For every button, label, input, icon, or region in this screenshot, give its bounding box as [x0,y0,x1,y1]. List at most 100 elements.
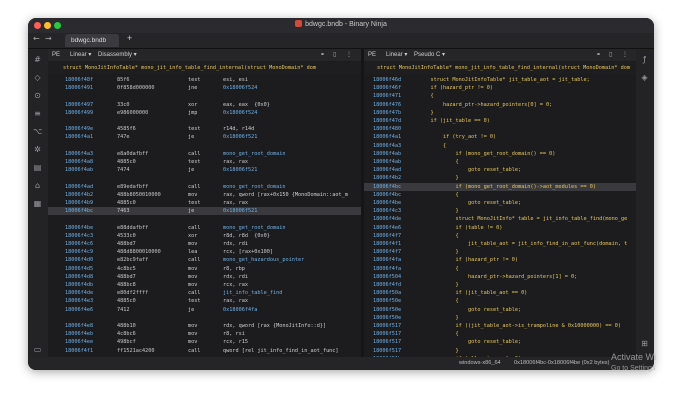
pseudo-c-row[interactable]: 18006f4f7 { [364,232,636,240]
mini-graph-icon[interactable]: ⊞ [640,339,649,348]
new-tab-button[interactable]: + [127,33,132,43]
pseudo-c-row[interactable]: 18006f517 { [364,330,636,338]
pseudo-c-row[interactable]: 18006f4bc { [364,191,636,199]
pseudo-c-row[interactable]: 18006f471 { [364,92,636,100]
pseudo-c-row[interactable]: 18006f4be goto reset_table; [364,199,636,207]
disasm-row[interactable]: 18006f4c6 488bd7 mov rdx, rdi [48,240,361,248]
pseudo-c-row[interactable]: 18006f46f if (hazard_ptr != 0) [364,84,636,92]
stack-icon[interactable]: ▦ [33,199,42,208]
pseudo-c-row[interactable]: 18006f4b2 } [364,174,636,182]
pseudo-c-row[interactable]: 18006f4f7 } [364,248,636,256]
debugger-icon[interactable]: ✲ [33,145,42,154]
disasm-row[interactable]: 18006f4e6 7412 je 0x18006f4fa [48,306,361,314]
tags-icon[interactable]: ◇ [33,73,42,82]
pseudo-c-row[interactable]: 18006f4fd } [364,281,636,289]
graph-icon[interactable]: ⌂ [33,181,42,190]
forward-arrow-icon[interactable]: → [45,34,52,43]
pseudo-c-row[interactable]: 18006f47b } [364,109,636,117]
pseudo-c-row[interactable]: 18006f4ad goto reset_table; [364,166,636,174]
arch-label[interactable]: windows-x86_64 [459,357,501,370]
disasm-row[interactable]: 18006f4b2 488b8050010000 mov rax, qword [ra… [48,191,361,199]
disasm-row[interactable] [48,117,361,125]
pseudo-c-listing[interactable]: 18006f46d struct MonoJitInfoTable* jit_t… [364,76,636,357]
disasm-row[interactable] [48,174,361,182]
pseudo-c-row[interactable]: 18006f47d if (jit_table == 0) [364,117,636,125]
pseudo-c-row[interactable]: 18006f4fa if (hazard_ptr != 0) [364,256,636,264]
disassembly-listing[interactable]: 18006f48f 85f6 test esi, esi 18006f491 0f858d… [48,76,361,357]
pseudo-c-row[interactable]: 18006f50e goto reset_table; [364,306,636,314]
strings-icon[interactable]: ▤ [33,163,42,172]
link-icon[interactable]: ⚭ [320,49,325,61]
pseudo-c-row[interactable]: 18006f50e } [364,314,636,322]
split-view-icon[interactable]: ▯ [333,49,336,61]
disasm-row[interactable]: 18006f48f 85f6 test esi, esi [48,76,361,84]
layers-icon[interactable]: ◈ [640,73,649,82]
disasm-row[interactable]: 18006f4ad e89edafbff call mono_get_root_dom… [48,183,361,191]
disasm-row[interactable] [48,92,361,100]
link-icon-right[interactable]: ⚭ [596,49,601,61]
disasm-row[interactable] [48,142,361,150]
pseudo-c-row[interactable]: 18006f517 goto reset_table; [364,338,636,346]
types-icon[interactable]: ⊙ [33,91,42,100]
disasm-row[interactable] [48,215,361,223]
disasm-row[interactable]: 18006f4f1 ff1521ac4200 call qword [rel jit_… [48,347,361,355]
disasm-row[interactable]: 18006f4d8 488bd7 mov rdx, rdi [48,273,361,281]
pseudo-c-row[interactable]: 18006f4e6 if (table != 0) [364,224,636,232]
disasm-row[interactable]: 18006f4de e80df2ffff call jit_info_table_fi… [48,289,361,297]
disasm-row[interactable]: 18006f4a3 e8a0dafbff call mono_get_root_dom… [48,150,361,158]
pseudo-c-row[interactable]: 18006f46d struct MonoJitInfoTable* jit_t… [364,76,636,84]
more-options-icon-right[interactable]: ⋮ [622,49,628,61]
pseudo-c-row[interactable]: 18006f4ab { [364,158,636,166]
pseudo-c-row[interactable]: 18006f4ab if (mono_get_root_domain() == … [364,150,636,158]
disasm-row[interactable]: 18006f4bc 7463 je 0x18006f521 [48,207,361,216]
xrefs-icon[interactable]: ⌥ [33,127,42,136]
pseudo-c-row[interactable]: 18006f517 } [364,347,636,355]
disasm-row[interactable]: 18006f4ab 7474 je 0x18006f521 [48,166,361,174]
format-dropdown[interactable]: PE [52,49,60,61]
disasm-row[interactable]: 18006f4b9 4885c0 test rax, rax [48,199,361,207]
disasm-row[interactable]: 18006f4d5 4c8bc5 mov r8, rbp [48,265,361,273]
pseudo-c-row[interactable]: 18006f480 [364,125,636,133]
pseudo-c-row[interactable]: 18006f4a1 if (try_aot != 0) [364,133,636,141]
pseudo-c-row[interactable]: 18006f50e { [364,297,636,305]
formula-icon[interactable]: ƒ [640,55,649,64]
disasm-row[interactable]: 18006f49e 4585f6 test r14d, r14d [48,125,361,133]
view-type-dropdown[interactable]: Linear ▾ [70,49,91,61]
disasm-row[interactable]: 18006f4e3 4885c0 test rax, rax [48,297,361,305]
view-type-dropdown-right[interactable]: Linear ▾ [386,49,407,61]
disasm-row[interactable]: 18006f491 0f858d000000 jne 0x18006f524 [48,84,361,92]
pseudo-c-row[interactable]: 18006f4c3 } [364,207,636,215]
more-options-icon[interactable]: ⋮ [346,49,352,61]
pseudo-c-row[interactable]: 18006f4de struct MonoJitInfo* table = ji… [364,215,636,223]
disasm-row[interactable]: 18006f4d0 e82bc9faff call mono_get_hazardou… [48,256,361,264]
disasm-row[interactable]: 18006f497 33c0 xor eax, eax {0x0} [48,101,361,109]
pseudo-c-row[interactable]: 18006f476 hazard_ptr->hazard_pointers[0]… [364,101,636,109]
disasm-row[interactable]: 18006f4c9 488d8800010000 lea rcx, [rax+0x10… [48,248,361,256]
disasm-row[interactable]: 18006f4a8 4885c0 test rax, rax [48,158,361,166]
pseudo-c-row[interactable]: 18006f4f1 jit_table_aot = jit_info_find_… [364,240,636,248]
view-mode-dropdown-right[interactable]: Pseudo C ▾ [414,49,445,61]
pseudo-c-row[interactable]: 18006f517 if ((jit_table_aot->is_trampol… [364,322,636,330]
split-view-icon-right[interactable]: ▯ [609,49,612,61]
pseudo-c-row[interactable]: 18006f50a if (jit_table_aot == 0) [364,289,636,297]
view-mode-dropdown[interactable]: Disassembly ▾ [98,49,137,61]
symbols-icon[interactable]: # [33,55,42,64]
disasm-row[interactable] [48,314,361,322]
terminal-icon[interactable]: ▭ [33,345,42,354]
pseudo-c-row[interactable]: 18006f4a3 { [364,142,636,150]
variables-icon[interactable]: ≡ [33,109,42,118]
pseudo-c-row[interactable]: 18006f504 hazard_ptr->hazard_pointers[1]… [364,273,636,281]
disasm-row[interactable]: 18006f499 e986000000 jmp 0x18006f524 [48,109,361,117]
disasm-row[interactable]: 18006f4a1 747e je 0x18006f521 [48,133,361,141]
back-arrow-icon[interactable]: ← [33,34,40,43]
tab-bdwgc[interactable]: bdwgc.bndb [65,34,119,47]
disasm-row[interactable]: 18006f4e8 488b10 mov rdx, qword [rax {MonoJ… [48,322,361,330]
disasm-row[interactable]: 18006f4be e88ddafbff call mono_get_root_dom… [48,224,361,232]
disasm-row[interactable]: 18006f4ee 498bcf mov rcx, r15 [48,338,361,346]
pseudo-c-row[interactable]: 18006f4bc if (mono_get_root_domain()->ao… [364,182,636,191]
disasm-row[interactable]: 18006f4db 488bc8 mov rcx, rax [48,281,361,289]
disasm-row[interactable]: 18006f4c3 4533c0 xor r8d, r8d {0x0} [48,232,361,240]
format-dropdown-right[interactable]: PE [368,49,376,61]
disasm-row[interactable]: 18006f4eb 4c8bc6 mov r8, rsi [48,330,361,338]
pseudo-c-row[interactable]: 18006f4fa { [364,265,636,273]
